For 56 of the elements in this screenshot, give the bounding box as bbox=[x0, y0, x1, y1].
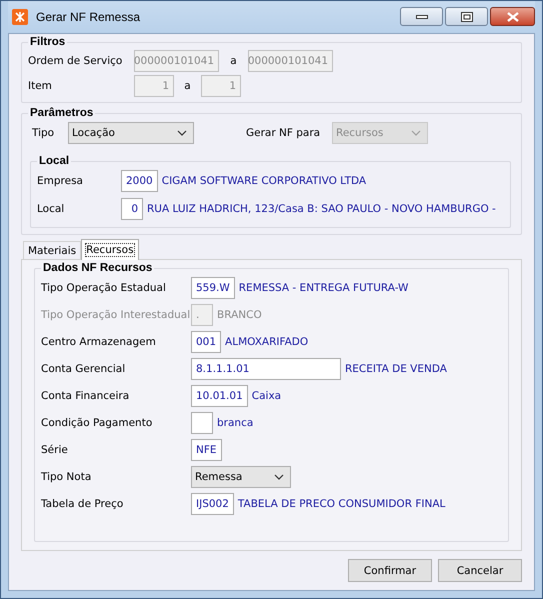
field-label: Tipo Operação Estadual bbox=[41, 282, 167, 294]
field-label: Tipo Nota bbox=[41, 470, 92, 482]
input-field[interactable]: 001 bbox=[191, 330, 222, 352]
window-title: Gerar NF Remessa bbox=[36, 10, 142, 24]
code-field[interactable]: 2000 bbox=[121, 170, 158, 192]
input-field[interactable]: 10.01.01 bbox=[191, 384, 248, 406]
minimize-button[interactable] bbox=[400, 7, 443, 26]
field-label: Item bbox=[28, 80, 53, 92]
group-title: Local bbox=[38, 155, 70, 167]
input-field[interactable]: 559.W bbox=[191, 276, 235, 298]
app-icon bbox=[12, 9, 28, 25]
range-separator: a bbox=[183, 80, 192, 92]
chevron-down-icon bbox=[177, 130, 187, 136]
input-field[interactable]: 8.1.1.1.01 bbox=[191, 358, 341, 380]
maximize-button[interactable] bbox=[445, 7, 488, 26]
field-label: Tipo Operação Interestadual bbox=[41, 308, 187, 320]
field-label: Conta Financeira bbox=[41, 390, 130, 402]
field-label: Tabela de Preço bbox=[41, 498, 124, 510]
description-text: REMESSA - ENTREGA FUTURA-W bbox=[238, 282, 408, 294]
dialog-button[interactable]: Cancelar bbox=[438, 559, 522, 582]
dropdown[interactable]: Locação bbox=[68, 122, 194, 144]
field-label: Centro Armazenagem bbox=[41, 336, 157, 348]
description-text: branca bbox=[217, 416, 254, 428]
description-text: Caixa bbox=[252, 390, 282, 402]
group-title: Parâmetros bbox=[29, 107, 94, 119]
input-field[interactable]: NFE bbox=[191, 438, 222, 460]
input-field[interactable] bbox=[191, 412, 213, 434]
field-label: Série bbox=[41, 444, 69, 456]
field-label: Gerar NF para bbox=[246, 127, 322, 139]
chevron-down-icon bbox=[274, 474, 284, 480]
chevron-down-icon bbox=[411, 130, 421, 136]
dropdown[interactable]: Remessa bbox=[191, 466, 291, 488]
field-label: Local bbox=[37, 203, 66, 215]
maximize-icon bbox=[460, 12, 472, 22]
field-label: Condição Pagamento bbox=[41, 416, 154, 428]
input-field[interactable]: IJS002 bbox=[191, 492, 234, 514]
dialog-button[interactable]: Confirmar bbox=[348, 559, 432, 582]
range-separator: a bbox=[229, 54, 238, 66]
group-title: Filtros bbox=[29, 36, 66, 48]
close-button[interactable] bbox=[490, 7, 535, 26]
description-text: RUA LUIZ HADRICH, 123/Casa B: SAO PAULO - NOVO HAMBURGO - bbox=[147, 203, 496, 215]
description-text: ALMOXARIFADO bbox=[225, 336, 308, 348]
description-text: CIGAM SOFTWARE CORPORATIVO LTDA bbox=[162, 175, 366, 187]
group-title: Dados NF Recursos bbox=[42, 262, 154, 274]
close-icon bbox=[506, 12, 518, 22]
description-text: TABELA DE PRECO CONSUMIDOR FINAL bbox=[238, 498, 446, 510]
field-label: Ordem de Serviço bbox=[28, 54, 124, 66]
description-text: BRANCO bbox=[217, 308, 262, 320]
minimize-icon bbox=[416, 14, 428, 18]
field-label: Conta Gerencial bbox=[41, 362, 126, 374]
description-text: RECEITA DE VENDA bbox=[345, 362, 447, 374]
field-label: Empresa bbox=[37, 175, 84, 187]
tab[interactable]: Recursos bbox=[81, 239, 139, 260]
code-field[interactable]: 0 bbox=[121, 198, 143, 220]
tab[interactable]: Materiais bbox=[23, 241, 82, 259]
field-label: Tipo bbox=[32, 127, 56, 139]
